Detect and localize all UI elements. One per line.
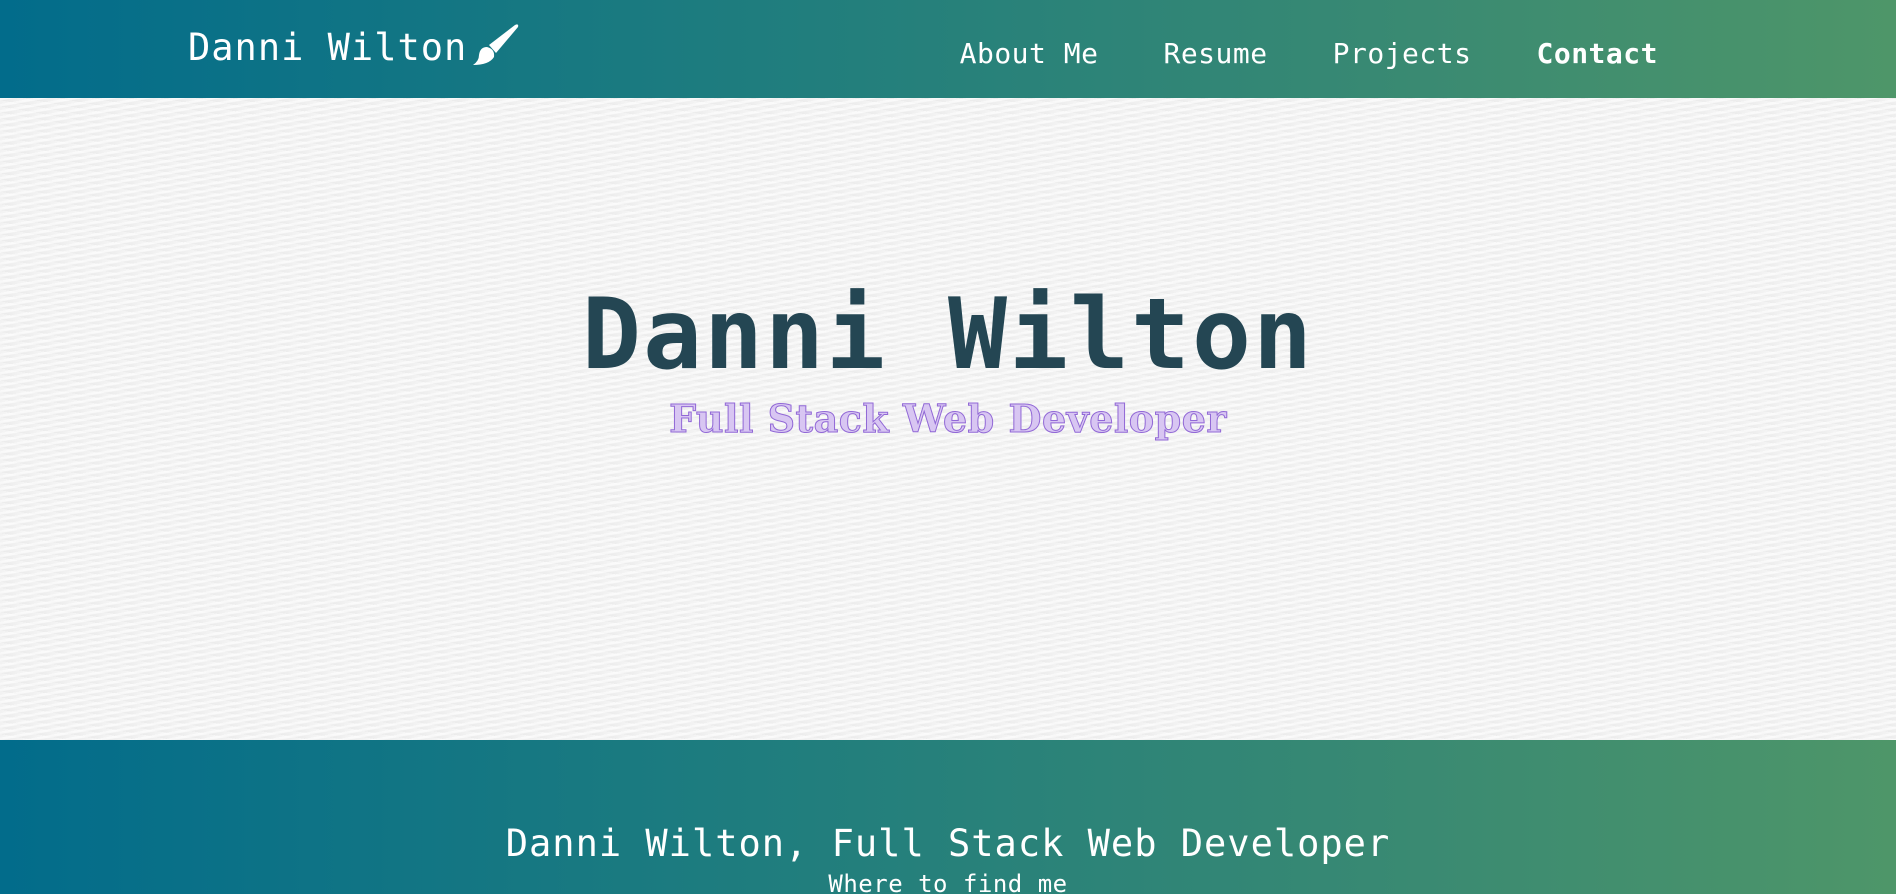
page: Danni Wilton About Me Resume Projects Co… — [0, 0, 1896, 894]
footer-subtitle: Where to find me — [828, 870, 1068, 894]
navbar: Danni Wilton About Me Resume Projects Co… — [0, 0, 1896, 98]
nav-link-about-me[interactable]: About Me — [960, 37, 1099, 70]
brand-link[interactable]: Danni Wilton — [188, 23, 521, 69]
paintbrush-icon — [465, 21, 521, 67]
hero-title: Danni Wilton — [581, 278, 1314, 392]
hero-section: Danni Wilton Full Stack Web Developer — [0, 98, 1896, 740]
brand-label: Danni Wilton — [188, 26, 468, 69]
footer-title: Danni Wilton, Full Stack Web Developer — [505, 822, 1391, 865]
nav-link-projects[interactable]: Projects — [1333, 37, 1472, 70]
nav-link-resume[interactable]: Resume — [1163, 37, 1267, 70]
nav-menu: About Me Resume Projects Contact — [960, 37, 1658, 70]
footer: Danni Wilton, Full Stack Web Developer W… — [0, 740, 1896, 894]
hero-subtitle: Full Stack Web Developer — [669, 396, 1227, 442]
nav-link-contact[interactable]: Contact — [1536, 37, 1658, 70]
